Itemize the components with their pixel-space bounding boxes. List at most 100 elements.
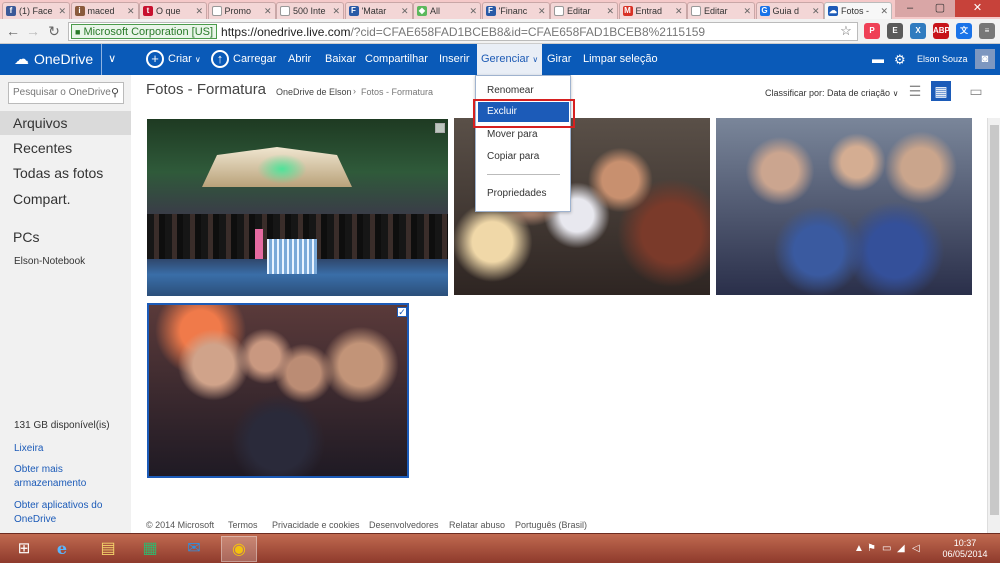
photo-selected-check-icon[interactable]: ✓ [397, 307, 407, 317]
chevron-down-icon: ∨ [532, 55, 539, 64]
footer-link-desenvolvedores[interactable]: Desenvolvedores [369, 520, 439, 530]
close-tab-icon[interactable]: ✕ [812, 6, 820, 17]
grid-view-icon[interactable]: ▦ [931, 81, 951, 101]
breadcrumb-root[interactable]: OneDrive de Elson [276, 87, 352, 97]
photo-select-checkbox[interactable] [435, 123, 445, 133]
get-apps-link[interactable]: Obter aplicativos do OneDrive [14, 499, 114, 527]
baixar-button[interactable]: Baixar [325, 44, 356, 75]
scrollbar-thumb[interactable] [990, 125, 999, 515]
close-window-button[interactable]: ✕ [955, 0, 1000, 17]
avatar[interactable]: ◙ [975, 49, 995, 69]
browser-tab[interactable]: ☁ Fotos - ✕ [824, 2, 892, 19]
tray-flag-icon[interactable]: ⚑ [867, 543, 876, 554]
close-tab-icon[interactable]: ✕ [538, 6, 546, 17]
close-tab-icon[interactable]: ✕ [195, 6, 203, 17]
chat-icon[interactable]: ▬ [872, 44, 884, 75]
close-tab-icon[interactable]: ✕ [469, 6, 477, 17]
tray-battery-icon[interactable]: ▭ [882, 543, 891, 554]
chrome-icon[interactable]: ◉ [221, 536, 257, 562]
tray-chevron-icon[interactable]: ▲ [854, 543, 864, 554]
close-tab-icon[interactable]: ✕ [675, 6, 683, 17]
close-tab-icon[interactable]: ✕ [264, 6, 272, 17]
photo-party-pool[interactable] [147, 119, 448, 296]
inserir-button[interactable]: Inserir [439, 44, 470, 75]
file-explorer-icon[interactable]: ▤ [90, 536, 126, 562]
reload-button[interactable]: ↻ [46, 23, 62, 39]
settings-gear-icon[interactable]: ⚙ [894, 44, 906, 75]
ev-certificate-badge[interactable]: ■ Microsoft Corporation [US] [71, 24, 218, 39]
close-tab-icon[interactable]: ✕ [127, 6, 135, 17]
minimize-button[interactable]: – [895, 0, 925, 17]
pocket-icon[interactable]: P [864, 23, 880, 39]
browser-tab[interactable]: G Guia d ✕ [755, 2, 824, 19]
footer-link-termos[interactable]: Termos [228, 520, 258, 530]
brand-menu-chevron-icon[interactable]: ∨ [101, 44, 116, 75]
photo-group-blurred-2[interactable] [716, 118, 972, 295]
windows-start-icon[interactable]: ⊞ [6, 536, 42, 562]
footer-link-relatar-abuso[interactable]: Relatar abuso [449, 520, 505, 530]
sidebar-item-recentes[interactable]: Recentes [13, 140, 72, 156]
sidebar-item-arquivos[interactable]: Arquivos [0, 111, 131, 135]
browser-tab[interactable]: F 'Financ ✕ [481, 2, 550, 19]
forward-button[interactable]: → [25, 23, 41, 39]
xmarks-icon[interactable]: X [910, 23, 926, 39]
maximize-button[interactable]: ▢ [925, 0, 955, 17]
back-button[interactable]: ← [5, 23, 21, 39]
compartilhar-button[interactable]: Compartilhar [365, 44, 428, 75]
list-view-icon[interactable]: ☰ [905, 81, 925, 101]
url-field[interactable]: ■ Microsoft Corporation [US] https://one… [68, 22, 858, 41]
menu-item-mover-para[interactable]: Mover para [487, 129, 538, 140]
internet-explorer-icon[interactable]: e [44, 536, 80, 562]
browser-tab[interactable]: f (1) Face ✕ [2, 2, 70, 19]
browser-tab[interactable]: M Entrad ✕ [618, 2, 687, 19]
footer-language-selector[interactable]: Português (Brasil) [515, 520, 587, 530]
taskbar-clock[interactable]: 10:37 06/05/2014 [935, 538, 995, 560]
store-icon[interactable]: ▦ [132, 536, 168, 562]
sidebar-item-pc[interactable]: Elson-Notebook [14, 255, 85, 269]
translate-icon[interactable]: 文 [956, 23, 972, 39]
browser-tab[interactable]: i maced ✕ [70, 2, 139, 19]
sidebar-item-compart[interactable]: Compart. [13, 191, 71, 207]
lixeira-link[interactable]: Lixeira [14, 442, 43, 456]
browser-tab[interactable]: F 'Matar ✕ [344, 2, 413, 19]
footer-link-privacidade[interactable]: Privacidade e cookies [272, 520, 360, 530]
close-tab-icon[interactable]: ✕ [401, 6, 409, 17]
chrome-menu-icon[interactable]: ≡ [979, 23, 995, 39]
mail-icon[interactable]: ✉ [176, 536, 212, 562]
gerenciar-button[interactable]: Gerenciar ∨ [477, 44, 543, 75]
bookmark-star-icon[interactable]: ☆ [838, 23, 854, 39]
get-more-storage-link[interactable]: Obter mais armazenamento [14, 463, 104, 491]
abrir-button[interactable]: Abrir [288, 44, 311, 75]
girar-button[interactable]: Girar [547, 44, 571, 75]
browser-tab[interactable]: Editar ✕ [687, 2, 755, 19]
user-name[interactable]: Elson Souza [917, 44, 968, 75]
search-input[interactable]: Pesquisar o OneDrive ⚲ [8, 82, 124, 104]
photo-group-blurred-3[interactable]: ✓ [147, 303, 409, 478]
close-tab-icon[interactable]: ✕ [58, 6, 66, 17]
details-pane-icon[interactable]: ▭ [966, 81, 986, 101]
close-tab-icon[interactable]: ✕ [743, 6, 751, 17]
sidebar-item-todas-as-fotos[interactable]: Todas as fotos [13, 165, 103, 181]
browser-tab[interactable]: Editar ✕ [550, 2, 618, 19]
tray-network-icon[interactable]: ◢ [897, 543, 905, 554]
tray-volume-icon[interactable]: ◁ [912, 543, 920, 554]
menu-item-renomear[interactable]: Renomear [487, 85, 534, 96]
limpar-selecao-button[interactable]: Limpar seleção [583, 44, 658, 75]
browser-tab[interactable]: 500 Inte ✕ [276, 2, 344, 19]
carregar-button[interactable]: ↑ Carregar [211, 44, 276, 75]
browser-tab[interactable]: ◆ All ✕ [413, 2, 481, 19]
criar-button[interactable]: + Criar ∨ [146, 44, 201, 75]
evernote-icon[interactable]: E [887, 23, 903, 39]
browser-tab[interactable]: Promo ✕ [207, 2, 276, 19]
vertical-scrollbar[interactable] [987, 118, 1000, 533]
menu-item-copiar-para[interactable]: Copiar para [487, 151, 539, 162]
menu-item-propriedades[interactable]: Propriedades [487, 188, 546, 199]
close-tab-icon[interactable]: ✕ [332, 6, 340, 17]
close-tab-icon[interactable]: ✕ [880, 6, 888, 17]
onedrive-logo[interactable]: ☁ OneDrive ∨ [14, 44, 116, 75]
sort-dropdown[interactable]: Classificar por: Data de criação ∨ [765, 88, 898, 98]
browser-tab[interactable]: tO que ✕ [139, 2, 207, 19]
search-icon[interactable]: ⚲ [111, 83, 119, 103]
close-tab-icon[interactable]: ✕ [606, 6, 614, 17]
abp-icon[interactable]: ABP [933, 23, 950, 39]
